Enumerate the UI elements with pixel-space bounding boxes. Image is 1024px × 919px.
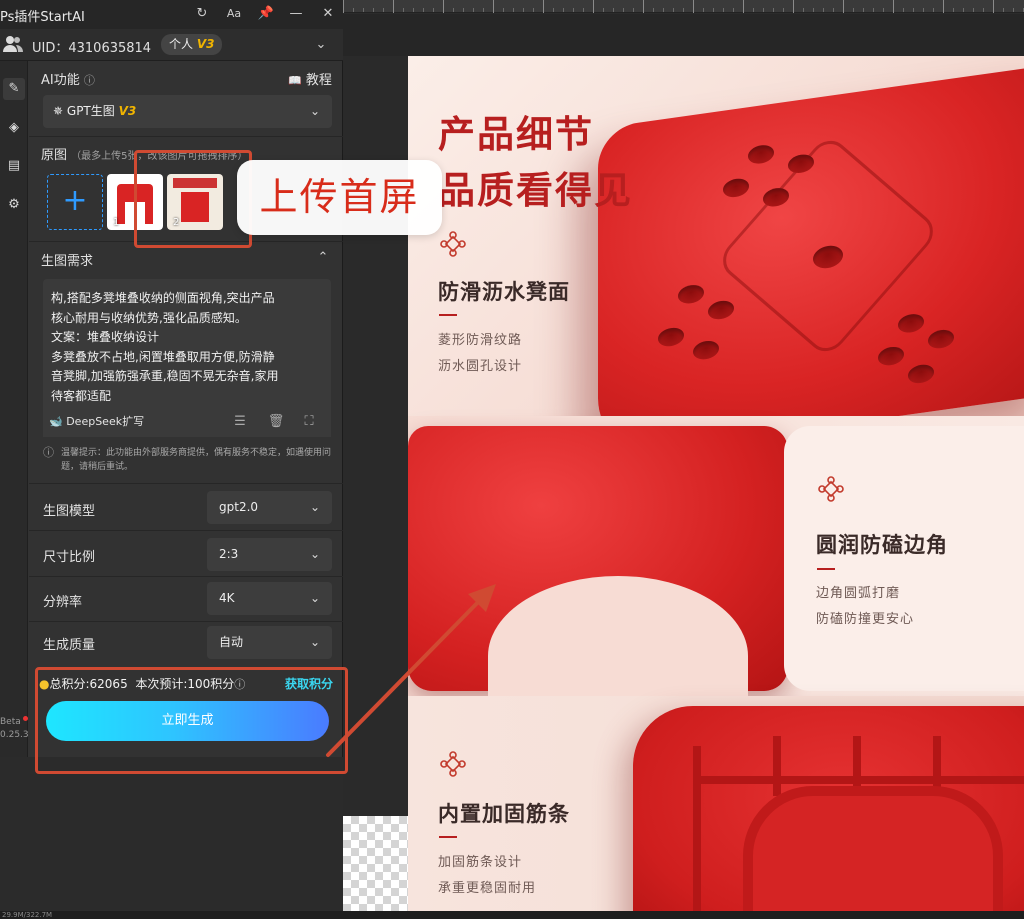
chinese-knot-icon <box>440 231 466 257</box>
info-icon: ⓘ <box>43 446 54 459</box>
deepseek-expand-button[interactable]: 🐋 DeepSeek扩写 <box>49 413 144 429</box>
feature-title-seat: 防滑沥水凳面 <box>438 280 570 304</box>
annotation-arrow-icon <box>326 584 496 757</box>
expand-icon[interactable]: ⛶ <box>300 413 318 431</box>
startai-plugin-panel: Ps插件StartAI ↻ Aa 📌 — ✕ UID：4310635814 个人… <box>0 0 343 757</box>
clipboard-icon[interactable]: ▤ <box>3 155 25 177</box>
sparkle-icon: ✵ <box>53 104 64 118</box>
feature-title-corner: 圆润防磕边角 <box>816 533 948 557</box>
refresh-icon[interactable]: ↻ <box>193 5 211 23</box>
option-label-ratio: 尺寸比例 <box>43 550 96 565</box>
horizontal-ruler <box>343 0 1024 13</box>
layers-icon[interactable]: ◈ <box>3 117 25 139</box>
gear-icon[interactable]: ⚙ <box>3 194 25 216</box>
feature-title-ribs: 内置加固筋条 <box>438 802 570 826</box>
whale-icon: 🐋 <box>49 415 63 428</box>
poster-headline: 产品细节 品质看得见 <box>438 106 633 218</box>
aspect-ratio-select[interactable]: 2:3 ⌄ <box>207 538 332 571</box>
resolution-select[interactable]: 4K ⌄ <box>207 582 332 615</box>
history-icon[interactable]: ☰ <box>231 413 249 431</box>
highlight-box-thumbnail <box>134 150 252 248</box>
chevron-up-icon[interactable]: ⌃ <box>314 249 332 267</box>
plugin-sidebar: ✎ ◈ ▤ ⚙ <box>0 61 28 757</box>
users-icon <box>3 36 23 52</box>
close-icon[interactable]: ✕ <box>319 5 337 23</box>
version-info: Beta 0.25.3 <box>0 716 29 740</box>
feature-divider <box>439 836 457 838</box>
chinese-knot-icon <box>818 476 844 502</box>
feature-divider <box>817 568 835 570</box>
book-icon: 📖 <box>288 74 302 87</box>
annotation-callout: 上传首屏 <box>237 160 442 235</box>
add-image-button[interactable]: + <box>47 174 103 230</box>
headline-line-2: 品质看得见 <box>438 168 633 212</box>
feature-sub-seat: 菱形防滑纹路 沥水圆孔设计 <box>438 333 523 374</box>
font-size-icon[interactable]: Aa <box>225 5 243 23</box>
prompt-toolbar: 🐋 DeepSeek扩写 ☰ 🗑 ⛶ <box>43 407 331 437</box>
highlight-box-generate <box>35 667 348 774</box>
tutorial-link[interactable]: 📖 教程 <box>288 69 332 88</box>
status-bar: 29.9M/322.7M <box>0 911 1024 919</box>
user-bar: UID：4310635814 个人 V3 ⌄ <box>0 29 343 61</box>
headline-line-1: 产品细节 <box>438 112 594 156</box>
prompt-section-label: 生图需求 <box>41 254 94 269</box>
feature-divider <box>439 314 457 316</box>
chevron-down-icon[interactable]: ⌄ <box>312 36 330 54</box>
app-title: Ps插件StartAI <box>0 10 85 25</box>
model-version-select[interactable]: gpt2.0 ⌄ <box>207 491 332 524</box>
minimize-icon[interactable]: — <box>287 5 305 23</box>
ai-function-label: AI功能 ⓘ <box>41 73 95 88</box>
chevron-down-icon: ⌄ <box>309 104 320 118</box>
workspace-pasteboard <box>343 14 1024 56</box>
plugin-titlebar: Ps插件StartAI ↻ Aa 📌 — ✕ <box>0 0 343 29</box>
option-label-resolution: 分辨率 <box>43 595 83 610</box>
stool-seat-image <box>598 63 1024 459</box>
uid-label: UID：4310635814 <box>32 41 152 56</box>
transparent-canvas-area <box>343 816 408 912</box>
service-tip: ⓘ 温馨提示：此功能由外部服务商提供，偶有服务不稳定，如遇使用问题，请稍后重试。 <box>43 446 332 472</box>
pencil-icon[interactable]: ✎ <box>3 78 25 100</box>
stool-bottom-image <box>633 706 1024 911</box>
quality-select[interactable]: 自动 ⌄ <box>207 626 332 659</box>
poster-section-seat: 产品细节 品质看得见 防滑沥水凳面 菱形防滑纹路 沥水圆孔设计 <box>408 56 1024 459</box>
document-canvas[interactable]: 产品细节 品质看得见 防滑沥水凳面 菱形防滑纹路 沥水圆孔设计 圆润防磕边角 边… <box>408 56 1024 911</box>
option-label-model: 生图模型 <box>43 504 96 519</box>
pin-icon[interactable]: 📌 <box>257 5 275 23</box>
plan-badge[interactable]: 个人 V3 <box>161 34 223 55</box>
trash-icon[interactable]: 🗑 <box>267 413 285 431</box>
feature-sub-ribs: 加固筋条设计 承重更稳固耐用 <box>438 855 537 896</box>
ai-model-select[interactable]: ✵ GPT生图 V3 ⌄ <box>43 95 332 128</box>
feature-sub-corner: 边角圆弧打磨 防磕防撞更安心 <box>816 586 915 627</box>
option-label-quality: 生成质量 <box>43 638 96 653</box>
